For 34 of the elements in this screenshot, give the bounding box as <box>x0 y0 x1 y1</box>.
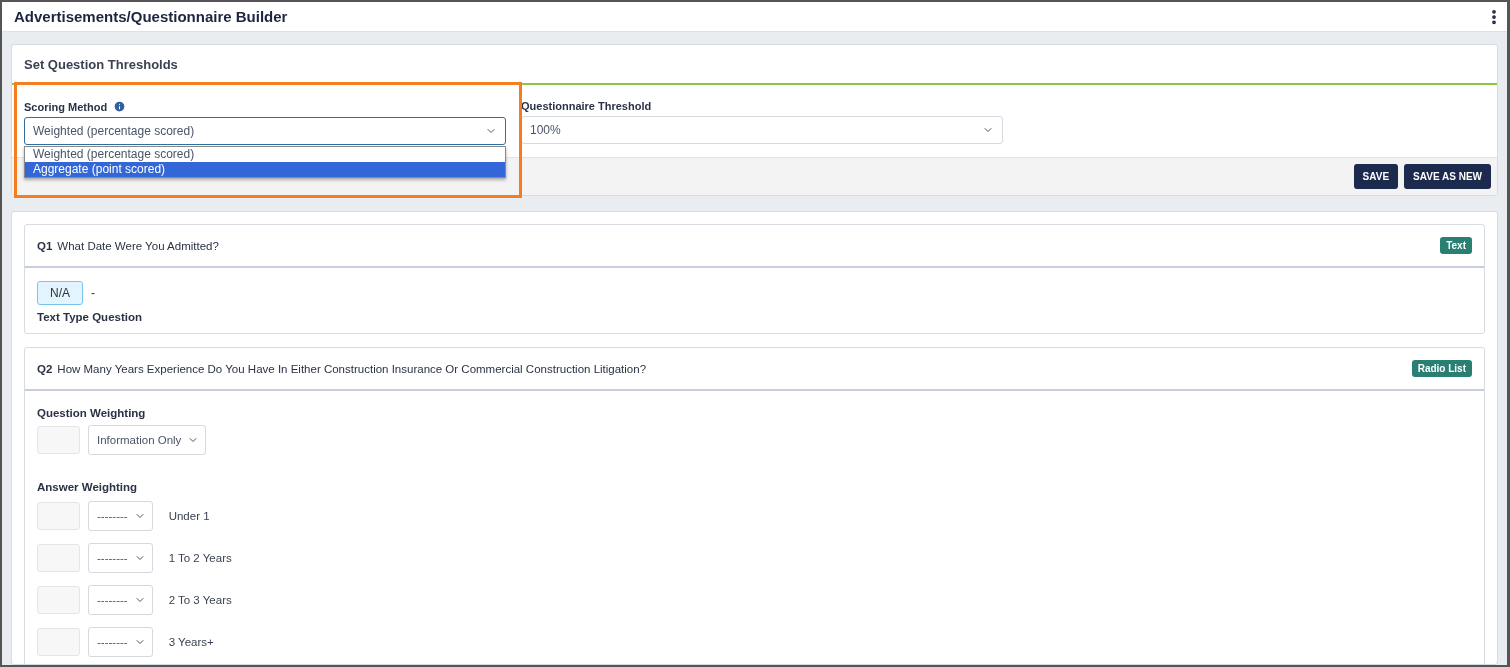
question-weighting-label: Question Weighting <box>37 407 147 419</box>
answer-label: 2 To 3 Years <box>168 594 232 606</box>
threshold-select[interactable]: 100% <box>521 116 1003 144</box>
question-type-caption: Text Type Question <box>37 311 143 323</box>
field-label: Scoring Method <box>24 100 108 113</box>
weighting-select[interactable]: -------- <box>88 585 153 615</box>
answer-value: N/A <box>37 281 83 305</box>
scoring-method-select[interactable]: Weighted (percentage scored) <box>24 117 506 145</box>
weighting-select[interactable]: Information Only <box>88 425 207 455</box>
weight-input[interactable] <box>37 586 80 614</box>
page-title: Advertisements/Questionnaire Builder <box>14 8 288 25</box>
field-label: Questionnaire Threshold <box>521 100 652 112</box>
question-title: Q1 What Date Were You Admitted? <box>37 239 219 252</box>
answer-label: Under 1 <box>168 510 210 522</box>
weighting-select[interactable]: -------- <box>88 501 153 531</box>
question-title: Q2 How Many Years Experience Do You Have In Either Construction Insurance Or Commercial Construction Litigation? <box>37 362 647 375</box>
answer-weighting-label: Answer Weighting <box>37 481 139 493</box>
card-title: Set Question Thresholds <box>24 56 178 72</box>
save-button[interactable]: SAVE AS NEW <box>1404 164 1491 189</box>
weight-input[interactable] <box>37 628 80 656</box>
save-button[interactable]: SAVE <box>1353 164 1399 189</box>
weight-input[interactable] <box>37 544 80 572</box>
weight-input[interactable] <box>37 502 80 530</box>
question-type-tag: Radio List <box>1411 360 1472 377</box>
weighting-select[interactable]: -------- <box>88 627 153 657</box>
separator-text: - <box>91 286 95 300</box>
dropdown-option[interactable]: Aggregate (point scored) <box>25 162 505 177</box>
info-icon[interactable] <box>113 100 127 113</box>
weighting-select[interactable]: -------- <box>88 543 153 573</box>
answer-label: 3 Years+ <box>168 636 214 648</box>
answer-label: 1 To 2 Years <box>168 552 232 564</box>
weight-input[interactable] <box>37 426 80 454</box>
dropdown-option[interactable]: Weighted (percentage scored) <box>25 147 505 162</box>
question-type-tag: Text <box>1440 237 1472 254</box>
